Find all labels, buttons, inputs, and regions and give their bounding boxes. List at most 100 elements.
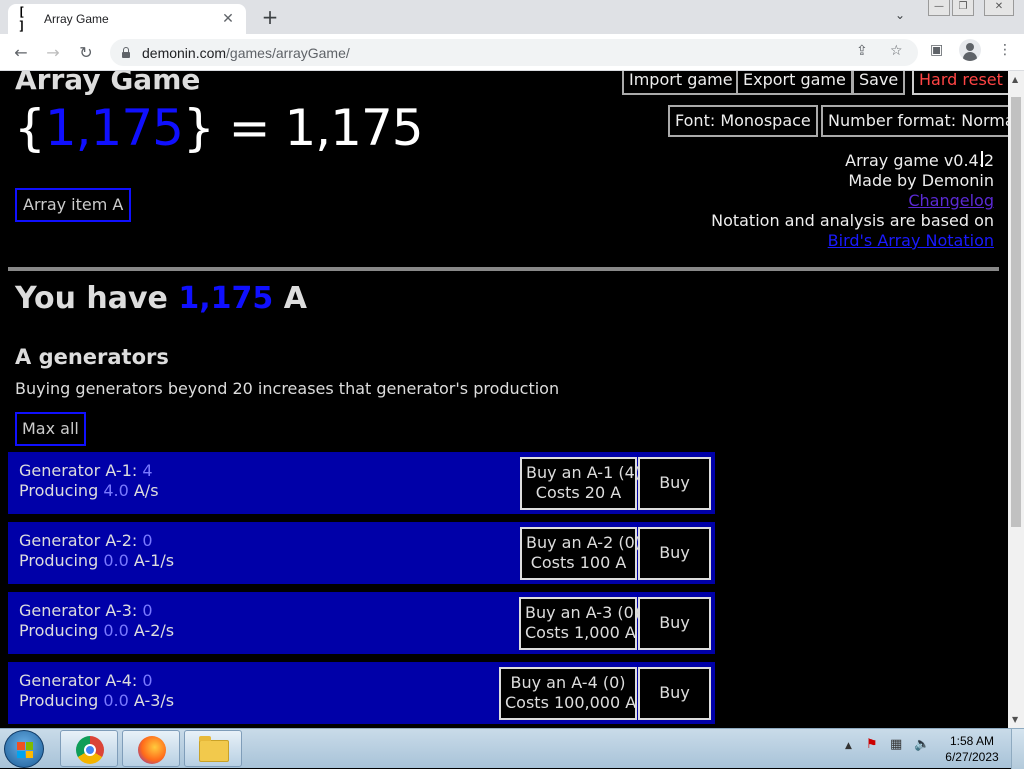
close-tab-icon[interactable]: ✕ — [220, 11, 236, 27]
side-panel-icon[interactable]: ▣ — [930, 42, 943, 58]
generator-count: 0 — [142, 671, 153, 690]
generator-row-a1: Generator A-1: 4 Producing 4.0 A/s Buy a… — [8, 452, 715, 539]
you-have-label: You have — [15, 281, 168, 316]
system-clock[interactable]: 1:58 AM 6/27/2023 — [942, 733, 1002, 765]
generator-count: 0 — [142, 531, 153, 550]
import-game-button[interactable]: Import game — [622, 71, 740, 95]
cost-label: Costs 1,000 A — [525, 623, 636, 642]
new-tab-icon[interactable]: + — [258, 6, 282, 30]
show-desktop-button[interactable] — [1011, 729, 1024, 769]
array-open-brace: { — [14, 99, 46, 157]
minimize-icon[interactable]: — — [928, 0, 950, 16]
buy-a2-button[interactable]: Buy an A-2 (0) Costs 100 A — [520, 527, 641, 580]
firefox-icon — [138, 736, 166, 764]
tray-expand-icon[interactable]: ▲ — [845, 741, 852, 751]
taskbar-explorer[interactable] — [184, 730, 242, 767]
save-button[interactable]: Save — [852, 71, 906, 95]
resource-display: You have 1,175 A — [15, 281, 307, 316]
array-display: {1,175} = 1,175 — [14, 99, 424, 157]
buy-label: Buy an A-2 (0) — [526, 533, 641, 552]
buy-a1-button[interactable]: Buy an A-1 (4) Costs 20 A — [520, 457, 641, 510]
taskbar-chrome[interactable] — [60, 730, 118, 767]
chrome-icon — [76, 736, 104, 764]
game-title: Array Game — [15, 71, 201, 96]
generator-name: Generator A-4: — [19, 671, 143, 690]
url-host: demonin.com — [142, 44, 227, 61]
volume-icon[interactable]: 🔈 — [914, 737, 930, 752]
folder-icon — [199, 736, 229, 762]
max-all-button[interactable]: Max all — [15, 412, 86, 446]
producing-label: Producing — [19, 551, 104, 570]
taskbar: ▲ ⚑ ▦ 🔈 1:58 AM 6/27/2023 — [0, 728, 1024, 769]
cost-label: Costs 100,000 A — [505, 693, 637, 712]
producing-label: Producing — [19, 691, 104, 710]
text-cursor-icon — [981, 151, 983, 167]
array-close-brace: } — [182, 99, 215, 157]
tab-title: Array Game — [44, 12, 109, 26]
producing-label: Producing — [19, 621, 104, 640]
export-game-button[interactable]: Export game — [736, 71, 853, 95]
reload-icon[interactable]: ↻ — [75, 42, 97, 64]
divider — [8, 267, 999, 271]
buy-max-a2-button[interactable]: Buy max — [638, 527, 711, 609]
scroll-thumb[interactable] — [1011, 97, 1021, 527]
buy-label: Buy an A-3 (0) — [525, 603, 640, 622]
buy-a4-button[interactable]: Buy an A-4 (0) Costs 100,000 A — [499, 667, 637, 720]
generator-row-a3: Generator A-3: 0 Producing 0.0 A-2/s Buy… — [8, 592, 715, 679]
tab-bar: [ ] Array Game ✕ + ⌄ — ❐ ✕ — [0, 0, 1024, 34]
number-format-button[interactable]: Number format: Normal — [821, 105, 1008, 137]
profile-avatar-icon[interactable] — [959, 39, 981, 61]
birds-array-notation-link[interactable]: Bird's Array Notation — [711, 231, 994, 251]
address-bar: ← → ↻ demonin.com/games/arrayGame/ ⇪ ☆ ▣… — [0, 34, 1024, 71]
menu-kebab-icon[interactable]: ⋮ — [998, 42, 1012, 58]
favicon-icon: [ ] — [18, 5, 26, 33]
buy-max-a4-button[interactable]: Buy max — [638, 667, 711, 720]
share-icon[interactable]: ⇪ — [856, 43, 868, 59]
author-text: Made by Demonin — [848, 171, 994, 190]
changelog-link[interactable]: Changelog — [711, 191, 994, 211]
generator-name: Generator A-3: — [19, 601, 143, 620]
start-button[interactable] — [4, 730, 44, 768]
generator-info: Generator A-3: 0 Producing 0.0 A-2/s — [19, 601, 174, 641]
tab-search-icon[interactable]: ⌄ — [895, 8, 905, 22]
font-toggle-button[interactable]: Font: Monospace — [668, 105, 818, 137]
cost-label: Costs 20 A — [535, 483, 622, 502]
buy-a3-button[interactable]: Buy an A-3 (0) Costs 1,000 A — [519, 597, 640, 650]
windows-logo-icon — [17, 742, 33, 758]
producing-label: Producing — [19, 481, 104, 500]
generators-heading: A generators — [15, 345, 169, 369]
network-icon[interactable]: ▦ — [890, 737, 902, 752]
cost-label: Costs 100 A — [530, 553, 627, 572]
bookmark-star-icon[interactable]: ☆ — [890, 43, 903, 59]
generator-rate: 0.0 — [103, 691, 129, 710]
generators-description: Buying generators beyond 20 increases th… — [15, 379, 560, 398]
buy-max-a1-button[interactable]: Buy max — [638, 457, 711, 539]
url-field[interactable]: demonin.com/games/arrayGame/ ⇪ ☆ — [110, 39, 918, 66]
restore-icon[interactable]: ❐ — [952, 0, 974, 16]
notation-text: Notation and analysis are based on — [711, 211, 994, 230]
lock-icon[interactable] — [120, 46, 132, 59]
generator-rate: 0.0 — [103, 551, 129, 570]
generator-info: Generator A-2: 0 Producing 0.0 A-1/s — [19, 531, 174, 571]
scroll-down-icon[interactable]: ▼ — [1012, 715, 1018, 724]
taskbar-firefox[interactable] — [122, 730, 180, 767]
buy-label: Buy an A-4 (0) — [510, 673, 626, 692]
scroll-up-icon[interactable]: ▲ — [1012, 75, 1018, 84]
array-item-a-button[interactable]: Array item A — [15, 188, 132, 222]
generator-name: Generator A-1: — [19, 461, 143, 480]
forward-icon[interactable]: → — [42, 42, 64, 64]
page-viewport: Array Game {1,175} = 1,175 Import game E… — [0, 71, 1008, 728]
generator-rate: 0.0 — [103, 621, 129, 640]
array-result: = 1,175 — [228, 99, 424, 157]
buy-max-a3-button[interactable]: Buy max — [638, 597, 711, 679]
page-scrollbar[interactable]: ▲ ▼ — [1008, 71, 1024, 728]
generator-unit: A-1/s — [128, 551, 175, 570]
generator-name: Generator A-2: — [19, 531, 143, 550]
hard-reset-button[interactable]: Hard reset — [912, 71, 1008, 95]
back-icon[interactable]: ← — [10, 42, 32, 64]
action-center-icon[interactable]: ⚑ — [866, 737, 878, 752]
generator-info: Generator A-1: 4 Producing 4.0 A/s — [19, 461, 159, 501]
browser-tab[interactable]: [ ] Array Game ✕ — [8, 4, 246, 34]
clock-time: 1:58 AM — [949, 734, 995, 748]
close-window-icon[interactable]: ✕ — [984, 0, 1014, 16]
